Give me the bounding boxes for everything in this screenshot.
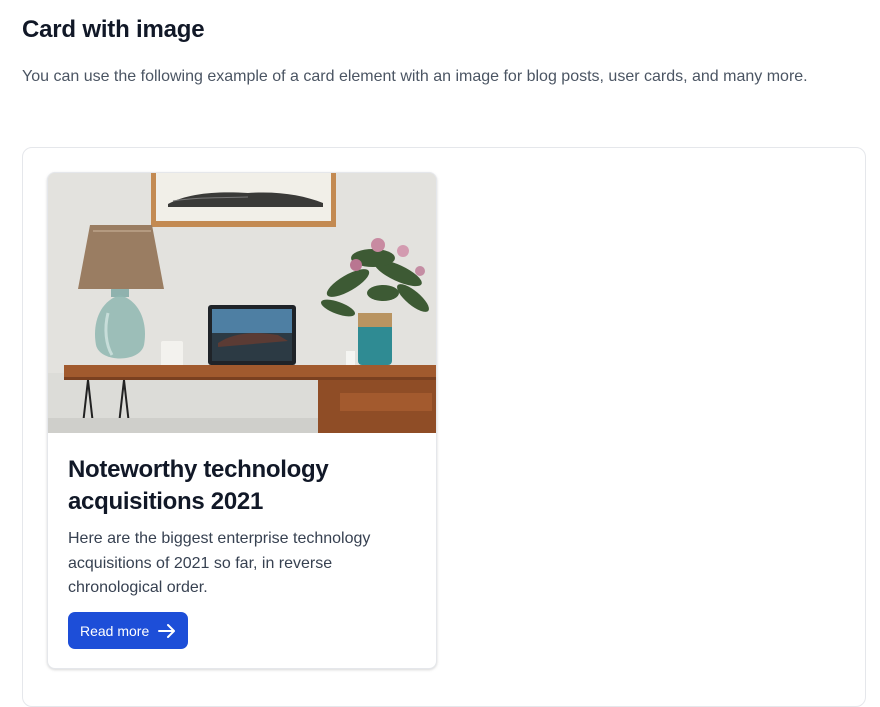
arrow-right-icon <box>158 623 176 638</box>
read-more-label: Read more <box>80 622 150 639</box>
section-description: You can use the following example of a c… <box>22 68 808 85</box>
card-title: Noteworthy technology acquisitions 2021 <box>68 456 329 515</box>
section-title: Card with image <box>22 16 205 43</box>
read-more-button[interactable]: Read more <box>68 612 189 649</box>
blog-card: Noteworthy technology acquisitions 2021 … <box>47 172 437 669</box>
card-description: Here are the biggest enterprise technolo… <box>68 530 371 596</box>
card-image <box>48 173 436 433</box>
